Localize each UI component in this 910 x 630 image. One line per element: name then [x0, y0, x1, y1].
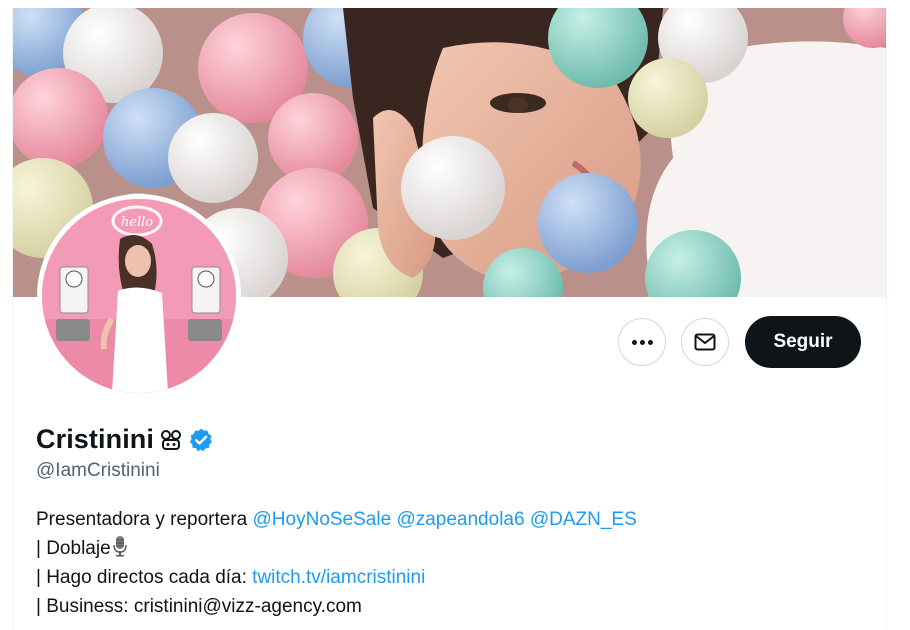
profile-avatar[interactable]: hello: [37, 194, 241, 398]
bio-line-4: | Business: cristinini@vizz-agency.com: [36, 592, 637, 621]
profile-name-row: Cristinini: [36, 424, 214, 455]
mention-link[interactable]: @zapeandola6: [396, 509, 524, 530]
message-button[interactable]: [681, 318, 729, 366]
profile-bio: Presentadora y reportera @HoyNoSeSale @z…: [36, 505, 637, 621]
bio-text: | Business: cristinini@vizz-agency.com: [36, 596, 362, 617]
envelope-icon: [694, 333, 716, 351]
profile-card: hello Seguir Cristinini @IamCristinini P…: [12, 8, 887, 630]
bio-text: Presentadora y reportera: [36, 509, 253, 530]
bio-text: | Hago directos cada día:: [36, 567, 253, 588]
avatar-sign-text: hello: [121, 215, 153, 230]
dragon-face-icon: [161, 429, 182, 450]
follow-button[interactable]: Seguir: [745, 316, 861, 368]
mention-link[interactable]: @DAZN_ES: [530, 509, 637, 530]
more-dots-icon: [631, 339, 653, 345]
more-options-button[interactable]: [618, 318, 666, 366]
profile-name: Cristinini: [36, 424, 155, 454]
avatar-photo: hello: [42, 199, 236, 393]
mention-link[interactable]: @HoyNoSeSale: [253, 509, 392, 530]
bio-line-2: | Doblaje: [36, 534, 637, 563]
bio-text: | Doblaje: [36, 538, 111, 559]
bio-line-3: | Hago directos cada día: twitch.tv/iamc…: [36, 563, 637, 592]
verified-badge-icon[interactable]: [188, 427, 214, 453]
bio-line-1: Presentadora y reportera @HoyNoSeSale @z…: [36, 505, 637, 534]
microphone-icon: [112, 536, 127, 557]
twitch-link[interactable]: twitch.tv/iamcristinini: [252, 567, 425, 588]
profile-handle: @IamCristinini: [36, 460, 160, 481]
